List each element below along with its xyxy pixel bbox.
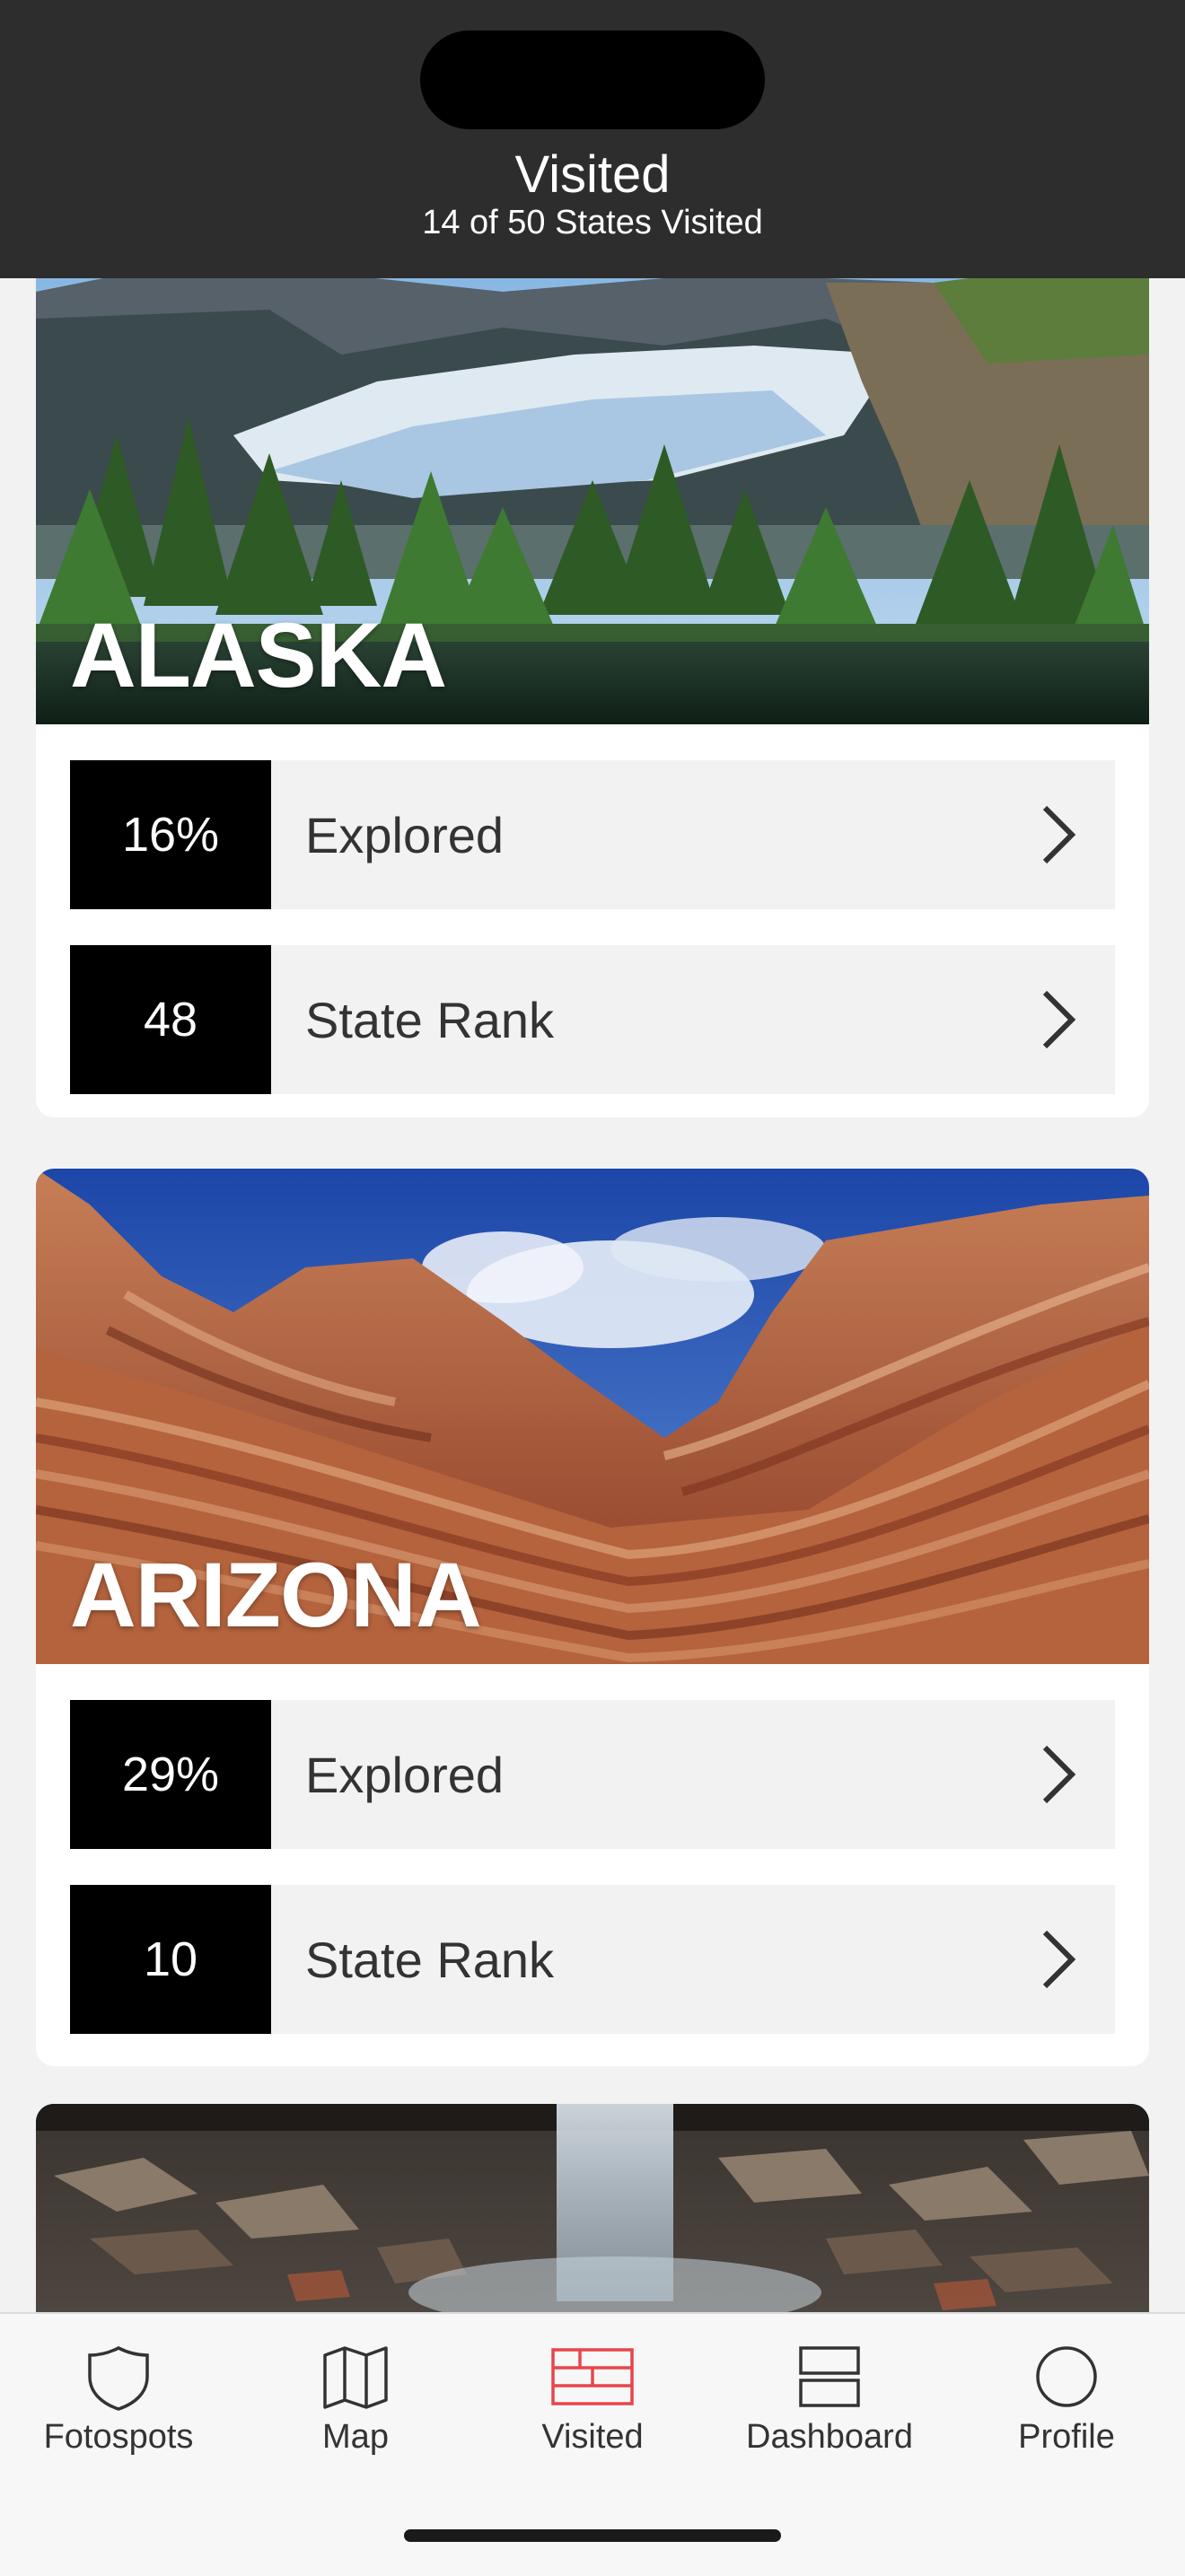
map-icon: [323, 2346, 388, 2409]
tab-label: Profile: [1018, 2418, 1115, 2456]
state-photo: [36, 2104, 1149, 2312]
visited-icon: [551, 2348, 634, 2405]
state-card-arizona: ARIZONA 29% Explored 10 State Rank: [36, 1169, 1149, 2066]
page-title: Visited: [514, 145, 671, 204]
page-subtitle: 14 of 50 States Visited: [422, 204, 763, 241]
states-list[interactable]: ALASKA 16% Explored 48 State Rank ARIZON…: [0, 278, 1185, 2312]
explored-row[interactable]: 29% Explored: [70, 1700, 1115, 1849]
state-rank-row[interactable]: 10 State Rank: [70, 1885, 1115, 2034]
state-rank-label: State Rank: [305, 1931, 555, 1988]
state-name: ARIZONA: [70, 1544, 482, 1646]
state-name: ALASKA: [70, 604, 447, 706]
header-bar: Visited 14 of 50 States Visited: [0, 0, 1185, 278]
chevron-right-icon: [1042, 1930, 1076, 1989]
dashboard-icon: [799, 2346, 860, 2407]
tab-map[interactable]: Map: [237, 2314, 474, 2511]
state-rank-row[interactable]: 48 State Rank: [70, 945, 1115, 1094]
state-rank-value: 10: [70, 1885, 271, 2034]
chevron-right-icon: [1042, 1745, 1076, 1804]
tab-fotospots[interactable]: Fotospots: [0, 2314, 237, 2511]
tab-dashboard[interactable]: Dashboard: [711, 2314, 948, 2511]
tab-label: Visited: [541, 2418, 644, 2456]
explored-value: 29%: [70, 1700, 271, 1849]
chevron-right-icon: [1042, 990, 1076, 1049]
explored-row[interactable]: 16% Explored: [70, 760, 1115, 909]
state-image-alaska[interactable]: ALASKA: [36, 278, 1149, 724]
tab-visited[interactable]: Visited: [474, 2314, 711, 2511]
explored-value: 16%: [70, 760, 271, 909]
profile-icon: [1036, 2346, 1097, 2407]
state-image-arizona[interactable]: ARIZONA: [36, 1169, 1149, 1664]
home-indicator[interactable]: [404, 2529, 781, 2542]
state-card-next[interactable]: [36, 2104, 1149, 2312]
tab-label: Dashboard: [746, 2418, 913, 2456]
tab-label: Map: [322, 2418, 389, 2456]
state-rank-label: State Rank: [305, 991, 555, 1048]
chevron-right-icon: [1042, 805, 1076, 864]
explored-label: Explored: [305, 806, 505, 863]
shield-icon: [88, 2346, 149, 2411]
dynamic-island: [420, 31, 765, 129]
state-rank-value: 48: [70, 945, 271, 1094]
explored-label: Explored: [305, 1746, 505, 1803]
state-card-alaska: ALASKA 16% Explored 48 State Rank: [36, 278, 1149, 1117]
tab-profile[interactable]: Profile: [948, 2314, 1185, 2511]
tab-label: Fotospots: [43, 2418, 194, 2456]
